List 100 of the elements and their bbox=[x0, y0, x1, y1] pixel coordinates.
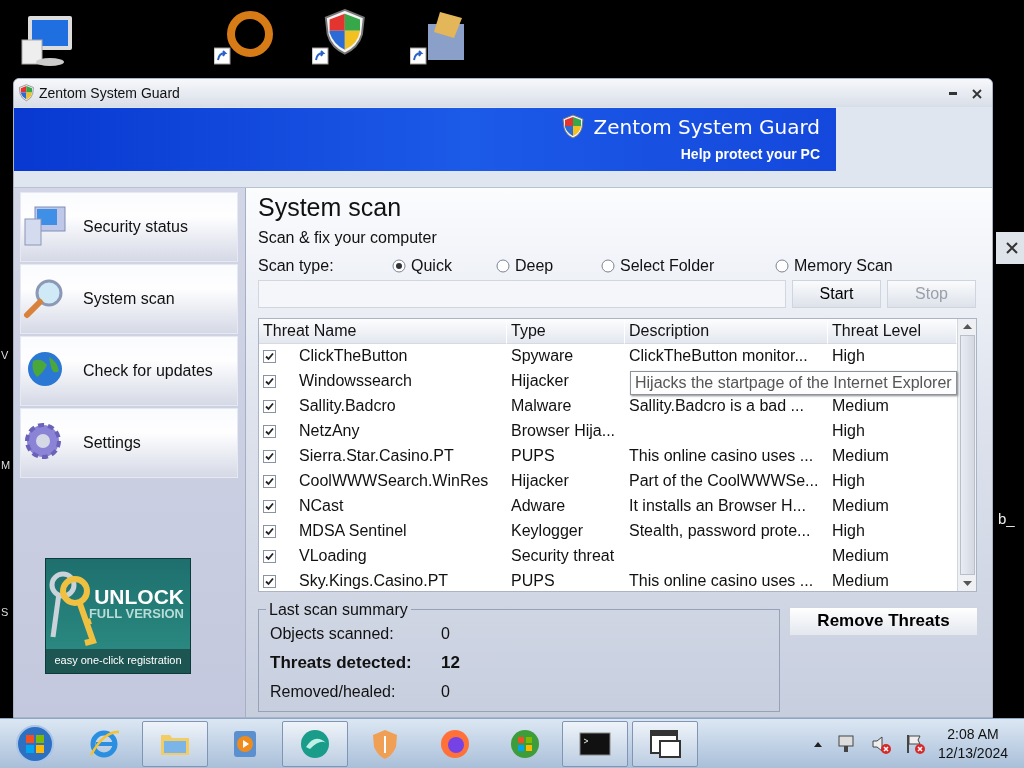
scroll-thumb[interactable] bbox=[959, 334, 975, 575]
shield-icon bbox=[18, 84, 34, 102]
checkbox[interactable] bbox=[263, 549, 276, 563]
table-cell-text: Sallity.Badcro is a bad ... bbox=[628, 396, 805, 416]
checkbox[interactable] bbox=[263, 424, 276, 438]
table-cell-text: Malware bbox=[510, 396, 573, 416]
page-subtitle: Scan & fix your computer bbox=[258, 227, 438, 248]
table-cell-text: Security threat bbox=[510, 546, 616, 566]
start-button[interactable]: Start bbox=[792, 279, 881, 308]
desktop-label-fragment: M bbox=[1, 458, 11, 473]
radio-option[interactable]: Select Folder bbox=[601, 253, 775, 278]
taskbar-button[interactable] bbox=[562, 720, 628, 767]
table-cell-text: ClickTheButton bbox=[298, 346, 409, 366]
field-label: Scan type: bbox=[258, 255, 335, 276]
table-cell-text: VLoading bbox=[298, 546, 368, 566]
clock-date: 12/13/2024 bbox=[937, 743, 1008, 763]
column-header[interactable]: Description bbox=[625, 318, 828, 344]
unlock-title: UNLOCK bbox=[94, 586, 184, 608]
table-cell-text: It installs an Browser H... bbox=[628, 496, 807, 516]
table-cell-text: This online casino uses ... bbox=[628, 446, 815, 466]
table-cell-text: Sierra.Star.Casino.PT bbox=[298, 446, 455, 466]
table-cell-text: NetzAny bbox=[298, 421, 361, 441]
table-cell-text: Keylogger bbox=[510, 521, 585, 541]
table-cell-text: ClickTheButton monitor... bbox=[628, 346, 809, 366]
table-cell-text: NCast bbox=[298, 496, 345, 516]
nav-item[interactable]: System scan bbox=[20, 264, 238, 334]
shield-icon bbox=[561, 114, 586, 140]
close-icon[interactable] bbox=[1004, 240, 1020, 256]
tooltip: Hijacks the startpage of the Internet Explorer bbox=[630, 370, 957, 395]
radio-button[interactable] bbox=[392, 258, 406, 273]
summary-value: 0 bbox=[441, 682, 450, 702]
summary-label: Threats detected: bbox=[270, 652, 413, 675]
group-title: Last scan summary bbox=[268, 601, 409, 618]
checkbox[interactable] bbox=[263, 524, 276, 538]
ring-shortcut-icon[interactable] bbox=[214, 8, 274, 68]
table-cell-text: Part of the CoolWWWSe... bbox=[628, 471, 820, 491]
remove-threats-button[interactable]: Remove Threats bbox=[789, 606, 978, 636]
radio-button[interactable] bbox=[601, 258, 615, 273]
app-tagline: Help protect your PC bbox=[680, 145, 820, 164]
checkbox[interactable] bbox=[263, 499, 276, 513]
table-cell-text: MDSA Sentinel bbox=[298, 521, 408, 541]
radio-button[interactable] bbox=[496, 258, 510, 273]
desktop-label-fragment: S bbox=[1, 605, 9, 620]
nav-item[interactable]: Security status bbox=[20, 192, 238, 262]
taskbar-button[interactable] bbox=[632, 720, 698, 767]
checkbox[interactable] bbox=[263, 399, 276, 413]
table-cell-text: Spyware bbox=[510, 346, 575, 366]
desktop-label-fragment: b_ bbox=[998, 509, 1015, 529]
table-cell-text: High bbox=[831, 471, 866, 491]
checkbox[interactable] bbox=[263, 449, 276, 463]
column-header[interactable]: Threat Level bbox=[828, 318, 957, 344]
start-button[interactable] bbox=[15, 723, 55, 764]
checkbox[interactable] bbox=[263, 574, 276, 588]
column-header[interactable]: Type bbox=[507, 318, 625, 344]
window-title: Zentom System Guard bbox=[39, 83, 180, 103]
page-title: System scan bbox=[258, 194, 403, 222]
table-cell-text: Adware bbox=[510, 496, 567, 516]
summary-label: Removed/healed: bbox=[270, 682, 397, 702]
radio-option[interactable]: Deep bbox=[496, 253, 601, 278]
unlock-banner[interactable]: UNLOCK FULL VERSION easy one-click registration bbox=[45, 558, 191, 674]
table-cell-text: Medium bbox=[831, 496, 890, 516]
table-cell-text: High bbox=[831, 521, 866, 541]
table-cell-text: Windowssearch bbox=[298, 371, 413, 391]
table-cell-text: This online casino uses ... bbox=[628, 571, 815, 591]
table-cell-text: Medium bbox=[831, 396, 890, 416]
checkbox[interactable] bbox=[263, 374, 276, 388]
unlock-caption: easy one-click registration bbox=[46, 648, 190, 673]
summary-label: Objects scanned: bbox=[270, 624, 395, 644]
table-cell-text: Hijacker bbox=[510, 471, 570, 491]
radio-option[interactable]: Memory Scan bbox=[775, 253, 893, 278]
table-cell-text: Browser Hija... bbox=[510, 421, 617, 441]
table-cell-text: Sallity.Badcro bbox=[298, 396, 397, 416]
unlock-subtitle: FULL VERSION bbox=[88, 607, 184, 622]
nav-item[interactable]: Check for updates bbox=[20, 336, 238, 406]
app-title: Zentom System Guard bbox=[593, 114, 820, 141]
table-cell-text: High bbox=[831, 346, 866, 366]
table-cell-text: Sky.Kings.Casino.PT bbox=[298, 571, 450, 591]
column-header[interactable]: Threat Name bbox=[259, 318, 507, 344]
table-cell-text: High bbox=[831, 421, 866, 441]
clock[interactable]: 2:08 AM 12/13/2024 bbox=[937, 724, 1008, 763]
table-cell-text: Stealth, password prote... bbox=[628, 521, 812, 541]
summary-value: 12 bbox=[441, 652, 460, 675]
table-cell-text: Medium bbox=[831, 446, 890, 466]
scrollbar[interactable] bbox=[957, 318, 976, 591]
radio-button[interactable] bbox=[775, 258, 789, 273]
minimize-icon bbox=[949, 92, 957, 96]
table-cell-text: Medium bbox=[831, 546, 890, 566]
nav-item[interactable]: Settings bbox=[20, 408, 238, 478]
radio-option[interactable]: Quick bbox=[392, 253, 496, 278]
table-cell-text: Medium bbox=[831, 571, 890, 591]
table-cell-text: Hijacker bbox=[510, 371, 570, 391]
checkbox[interactable] bbox=[263, 474, 276, 488]
checkbox[interactable] bbox=[263, 349, 276, 363]
close-icon bbox=[970, 86, 984, 101]
computer-icon bbox=[23, 205, 69, 249]
table-cell-text: CoolWWWSearch.WinRes bbox=[298, 471, 490, 491]
desktop-label-fragment: V bbox=[1, 348, 9, 363]
table-cell-text: PUPS bbox=[510, 446, 556, 466]
clock-time: 2:08 AM bbox=[946, 724, 1000, 744]
table-cell-text: PUPS bbox=[510, 571, 556, 591]
